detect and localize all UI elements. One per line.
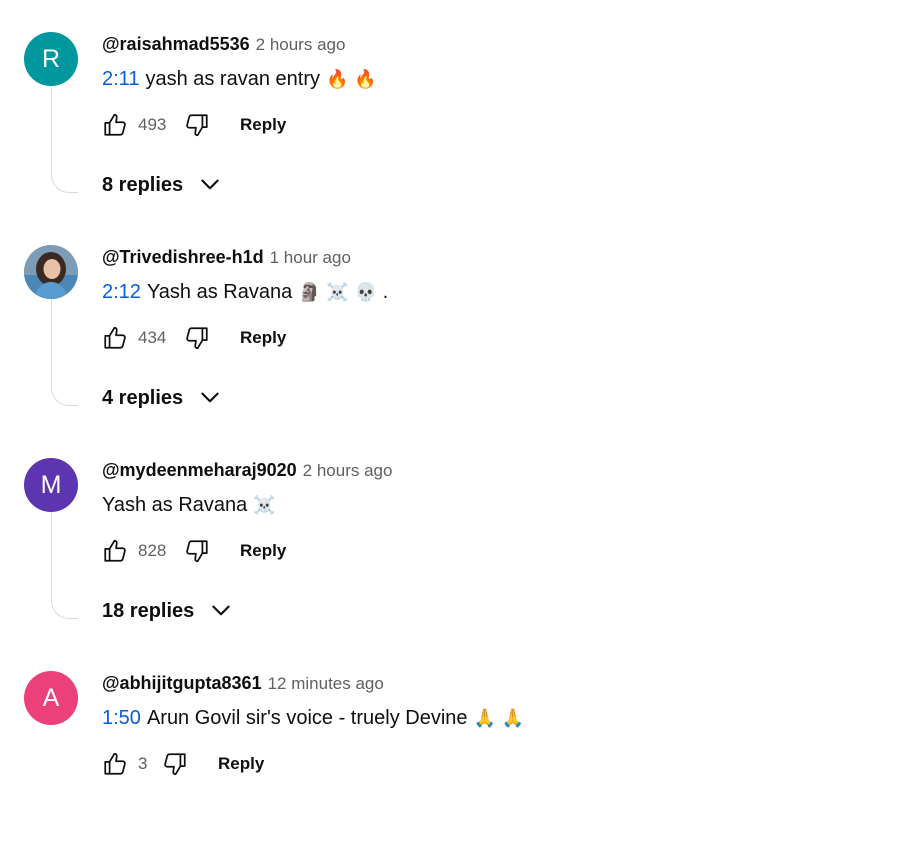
profile-photo [24, 245, 78, 299]
chevron-down-icon [201, 179, 219, 190]
like-icon[interactable] [102, 538, 128, 564]
avatar-letter: M [40, 470, 62, 499]
dislike-icon[interactable] [184, 538, 210, 564]
comment-body: Yash as Ravana [102, 494, 248, 516]
avatar[interactable]: A [24, 671, 78, 725]
thread-line [51, 295, 78, 406]
timestamp-link[interactable]: 2:11 [102, 68, 139, 90]
comment-text: 1:50 Arun Govil sir's voice - truely Devi… [102, 707, 524, 730]
like-count: 828 [138, 541, 167, 560]
comment-text: 2:12 Yash as Ravana 🗿 ☠️ 💀 . [102, 281, 388, 304]
dislike-icon[interactable] [184, 112, 210, 138]
comment-body: Yash as Ravana [146, 281, 293, 303]
comment-header: @raisahmad5536 2 hours ago [102, 34, 345, 55]
comment-emoji: 🙏 🙏 [473, 708, 525, 729]
view-replies-button[interactable]: 18 replies [102, 596, 234, 626]
reply-button[interactable]: Reply [240, 541, 286, 561]
author-name[interactable]: @raisahmad5536 [102, 34, 250, 54]
thread-line [51, 82, 78, 193]
like-icon[interactable] [102, 112, 128, 138]
comment-actions: 434 Reply [102, 324, 286, 352]
comment: R @raisahmad5536 2 hours ago 2:11 yash as … [0, 0, 904, 213]
chevron-down-icon [212, 605, 230, 616]
comment: M @mydeenmeharaj9020 2 hours ago Yash as … [0, 426, 904, 639]
replies-count: 18 replies [102, 599, 195, 622]
like-count: 493 [138, 115, 167, 134]
comment-actions: 828 Reply [102, 537, 286, 565]
reply-button[interactable]: Reply [218, 754, 264, 774]
comment: @Trivedishree-h1d 1 hour ago 2:12 Yash as … [0, 213, 904, 426]
replies-count: 8 replies [102, 173, 184, 196]
view-replies-button[interactable]: 4 replies [102, 383, 223, 413]
comment-body: yash as ravan entry [145, 68, 320, 90]
comment-time[interactable]: 2 hours ago [256, 35, 346, 54]
comment-emoji: 🗿 ☠️ 💀 . [298, 282, 389, 303]
comment-emoji: ☠️ [253, 495, 276, 516]
thread-line [51, 508, 78, 619]
author-name[interactable]: @mydeenmeharaj9020 [102, 460, 297, 480]
comment-time[interactable]: 12 minutes ago [268, 674, 384, 693]
avatar[interactable]: M [24, 458, 78, 512]
avatar[interactable] [24, 245, 78, 299]
like-count: 434 [138, 328, 167, 347]
chevron-down-icon [201, 392, 219, 403]
timestamp-link[interactable]: 2:12 [102, 281, 141, 303]
comment-emoji: 🔥 🔥 [325, 69, 377, 90]
reply-button[interactable]: Reply [240, 328, 286, 348]
comment-header: @Trivedishree-h1d 1 hour ago [102, 247, 351, 268]
comment-header: @mydeenmeharaj9020 2 hours ago [102, 460, 392, 481]
timestamp-link[interactable]: 1:50 [102, 707, 141, 729]
like-icon[interactable] [102, 325, 128, 351]
comment-header: @abhijitgupta8361 12 minutes ago [102, 673, 384, 694]
comment-time[interactable]: 2 hours ago [303, 461, 393, 480]
author-name[interactable]: @abhijitgupta8361 [102, 673, 262, 693]
author-name[interactable]: @Trivedishree-h1d [102, 247, 264, 267]
like-icon[interactable] [102, 751, 128, 777]
comment-time[interactable]: 1 hour ago [270, 248, 351, 267]
avatar[interactable]: R [24, 32, 78, 86]
comment-body: Arun Govil sir's voice - truely Devine [146, 707, 468, 729]
comment-actions: 3 Reply [102, 750, 264, 778]
comment: A @abhijitgupta8361 12 minutes ago 1:50 Ar… [0, 639, 904, 852]
comment-actions: 493 Reply [102, 111, 286, 139]
replies-count: 4 replies [102, 386, 184, 409]
dislike-icon[interactable] [184, 325, 210, 351]
comment-text: Yash as Ravana ☠️ [102, 494, 276, 517]
reply-button[interactable]: Reply [240, 115, 286, 135]
view-replies-button[interactable]: 8 replies [102, 170, 223, 200]
dislike-icon[interactable] [162, 751, 188, 777]
avatar-letter: R [41, 44, 61, 73]
like-count: 3 [138, 754, 148, 773]
comment-text: 2:11 yash as ravan entry 🔥 🔥 [102, 68, 377, 91]
avatar-letter: A [42, 683, 60, 712]
